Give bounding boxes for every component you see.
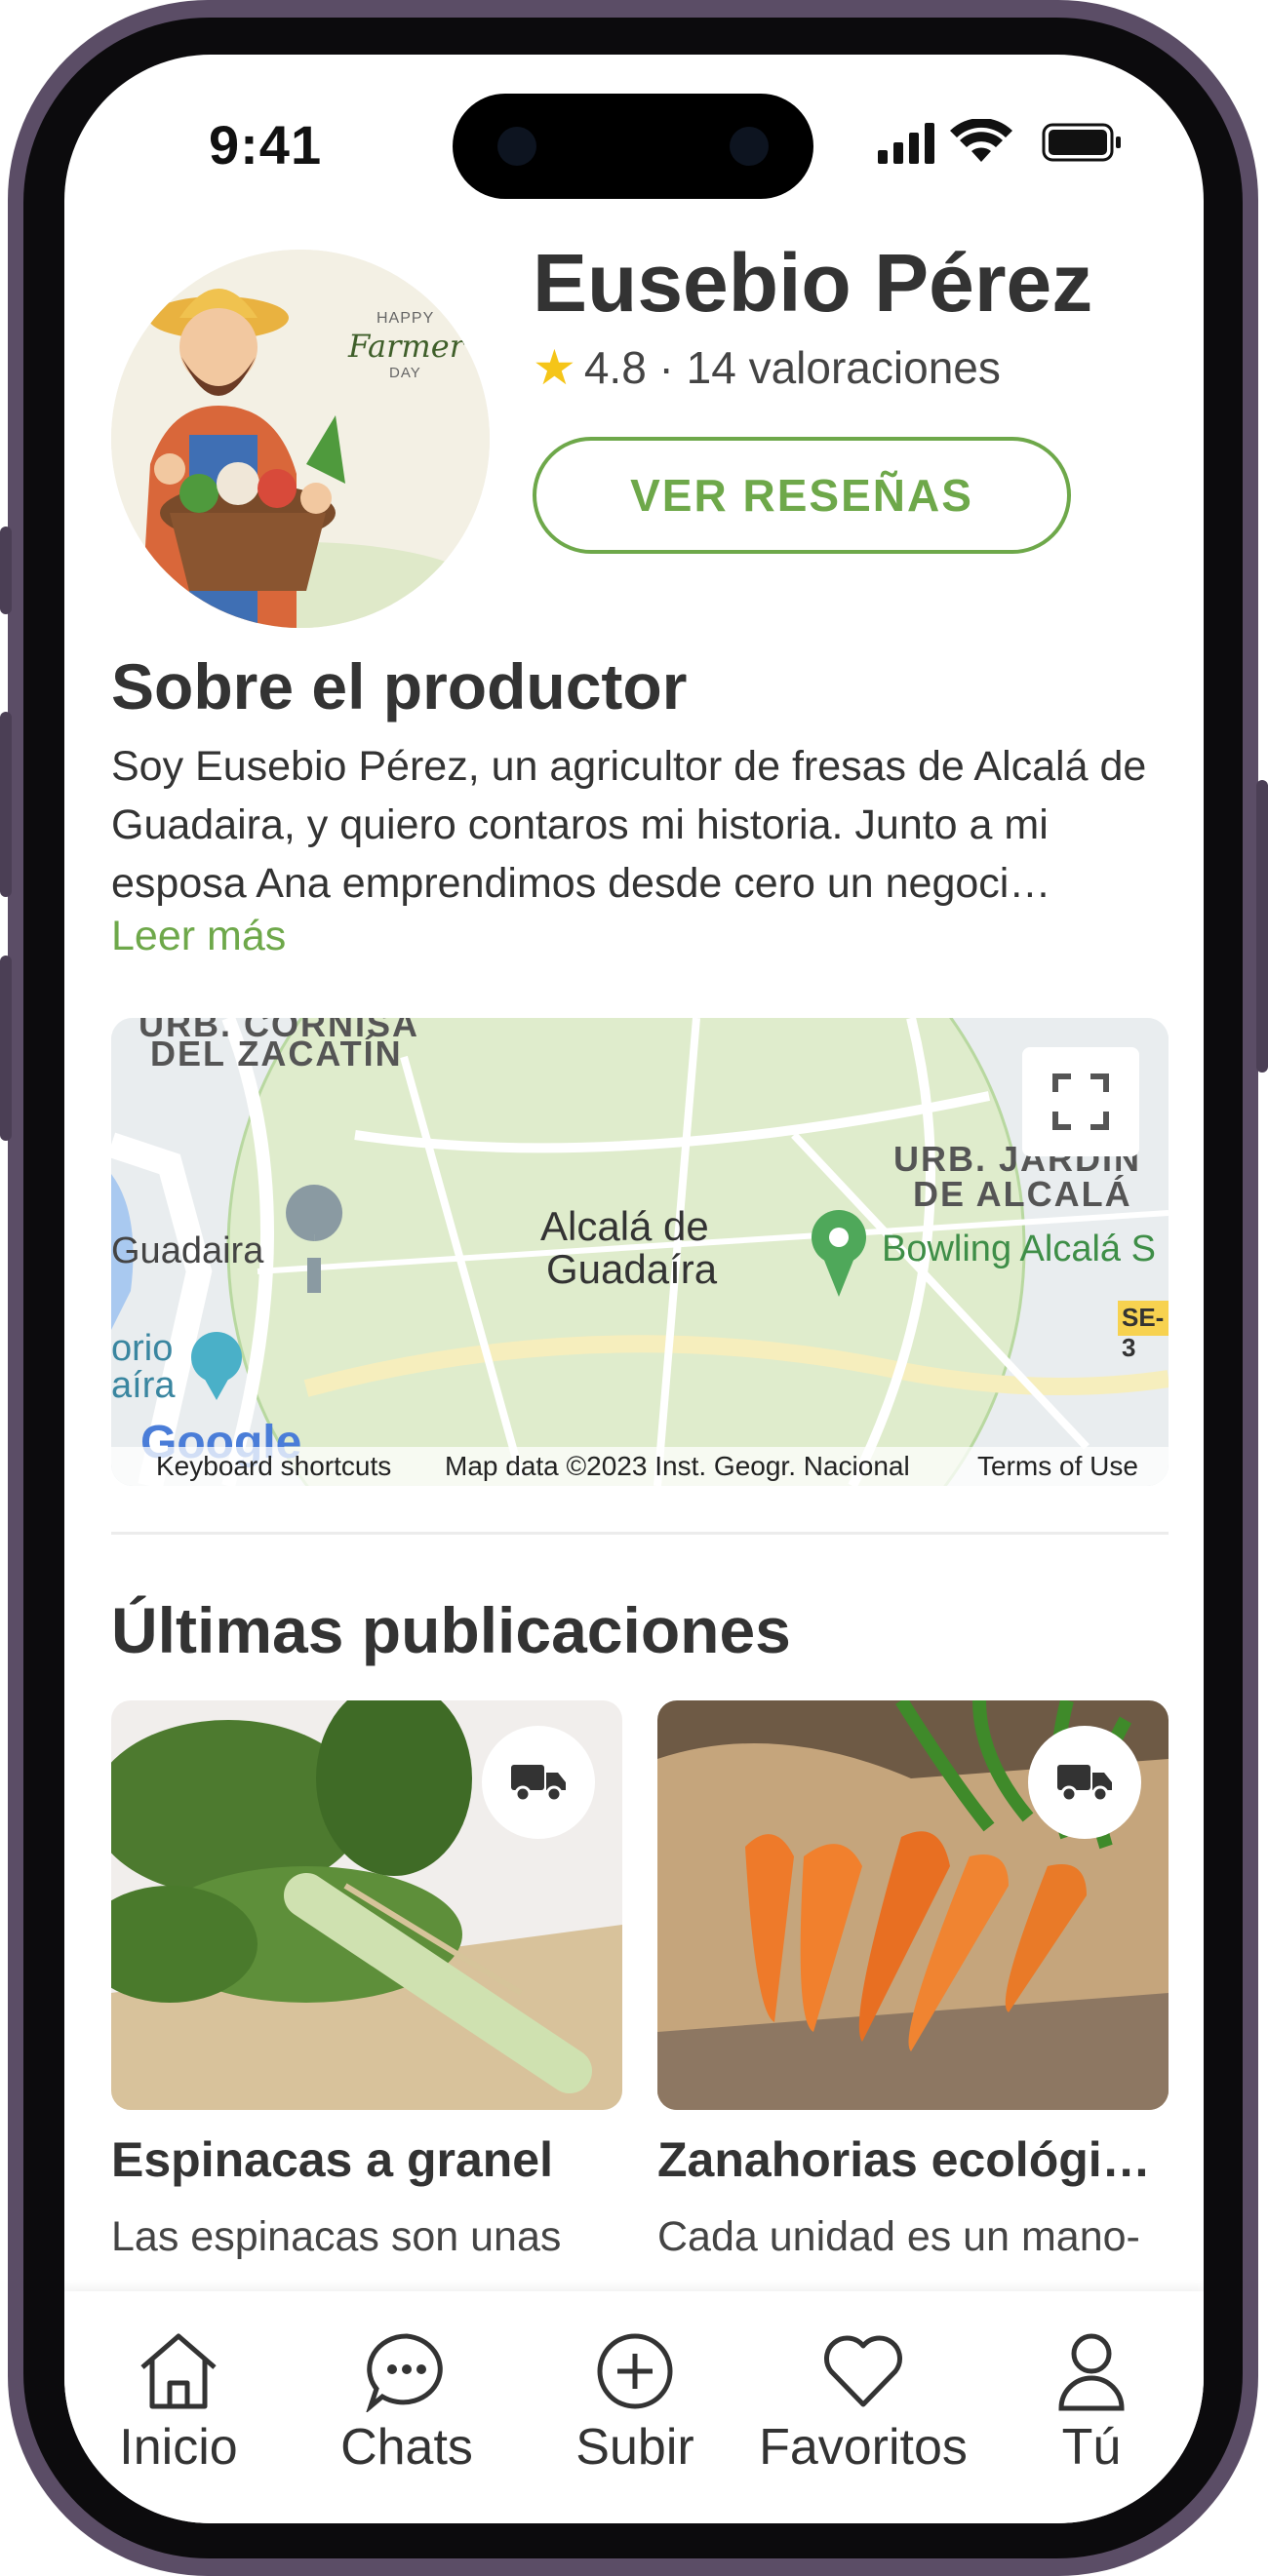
heart-icon (824, 2335, 902, 2407)
map-label-city: Alcalá de (540, 1203, 709, 1249)
about-text: Soy Eusebio Pérez, un agricultor de fres… (111, 743, 1147, 907)
tab-label: Inicio (119, 2419, 238, 2476)
truck-icon (1057, 1765, 1112, 1803)
map-label-guadaira: Guadaira (111, 1230, 264, 1271)
tab-inicio[interactable]: Inicio (64, 2291, 293, 2523)
map-label-city-2: Guadaíra (546, 1246, 718, 1292)
map-data-text: Map data ©2023 Inst. Geogr. Nacional (445, 1451, 910, 1481)
dynamic-island (453, 94, 813, 199)
tab-label: Subir (575, 2419, 694, 2476)
map-label-aira: aíra (111, 1365, 176, 1406)
status-time: 9:41 (209, 114, 323, 176)
producer-avatar: HAPPY Farmer's DAY (111, 250, 490, 628)
user-icon (1058, 2333, 1125, 2411)
tab-label: Tú (1061, 2419, 1122, 2476)
app-screen: 9:41 HAPPY Farmer's DAY Eusebio Pérez ★ … (64, 55, 1204, 2523)
location-map[interactable]: URB. CORNISA DEL ZACATÍN URB. JARDIN DE … (111, 1018, 1169, 1486)
truck-icon (511, 1765, 566, 1803)
side-button-volume-up (0, 712, 12, 897)
map-attribution-bar: Keyboard shortcuts Map data ©2023 Inst. … (111, 1447, 1169, 1486)
wifi-icon (950, 118, 1012, 162)
view-reviews-button[interactable]: VER RESEÑAS (533, 437, 1071, 554)
tab-tu[interactable]: Tú (977, 2291, 1204, 2523)
avatar-brand-text: Farmer's (348, 328, 490, 365)
latest-posts-title: Últimas publicaciones (111, 1594, 791, 1666)
home-icon (140, 2333, 217, 2409)
post-card-desc: Las espinacas son unas (111, 2213, 562, 2260)
side-button-power (1256, 780, 1268, 1073)
terms-of-use-link[interactable]: Terms of Use (977, 1451, 1138, 1482)
producer-rating: ★ 4.8 · 14 valoraciones (533, 339, 1001, 396)
producer-name: Eusebio Pérez (533, 237, 1093, 329)
map-label-urb-right-2: DE ALCALÁ (913, 1174, 1132, 1214)
post-card-image-spinach[interactable] (111, 1700, 622, 2110)
signal-icon (878, 123, 934, 164)
tab-label: Chats (340, 2419, 473, 2476)
post-card-image-carrots[interactable] (657, 1700, 1169, 2110)
avatar-sub-text: DAY (389, 365, 421, 381)
tab-chats[interactable]: Chats (293, 2291, 521, 2523)
map-label-road: SE-3 (1122, 1303, 1165, 1362)
plus-circle-icon (597, 2333, 673, 2409)
keyboard-shortcuts-link[interactable]: Keyboard shortcuts (156, 1451, 391, 1482)
section-divider (111, 1532, 1169, 1535)
map-fullscreen-button[interactable] (1022, 1047, 1139, 1156)
chat-icon (366, 2333, 443, 2412)
delivery-badge (482, 1726, 595, 1839)
post-card-title[interactable]: Espinacas a granel (111, 2131, 628, 2188)
tab-subir[interactable]: Subir (521, 2291, 749, 2523)
map-label-zacatin: DEL ZACATÍN (150, 1034, 403, 1073)
fullscreen-icon (1052, 1073, 1109, 1130)
tab-favoritos[interactable]: Favoritos (749, 2291, 977, 2523)
map-label-bowling: Bowling Alcalá S (882, 1229, 1156, 1269)
side-button-volume-down (0, 956, 12, 1141)
read-more-link[interactable]: Leer más (111, 913, 286, 960)
battery-icon (1042, 123, 1121, 162)
post-card-desc: Cada unidad es un mano- (657, 2213, 1140, 2260)
bottom-tab-bar: Inicio Chats Subir Favoritos Tú (64, 2291, 1204, 2523)
delivery-badge (1028, 1726, 1141, 1839)
about-title: Sobre el productor (111, 650, 688, 722)
map-label-orio: orio (111, 1328, 174, 1369)
avatar-small-text: HAPPY (376, 310, 435, 327)
post-card-title[interactable]: Zanahorias ecológic… (657, 2131, 1174, 2188)
tab-label: Favoritos (759, 2419, 968, 2476)
side-button-action (0, 527, 12, 614)
star-icon: ★ (533, 340, 576, 395)
rating-text: 4.8 · 14 valoraciones (583, 342, 1001, 393)
status-icons (878, 118, 1180, 170)
